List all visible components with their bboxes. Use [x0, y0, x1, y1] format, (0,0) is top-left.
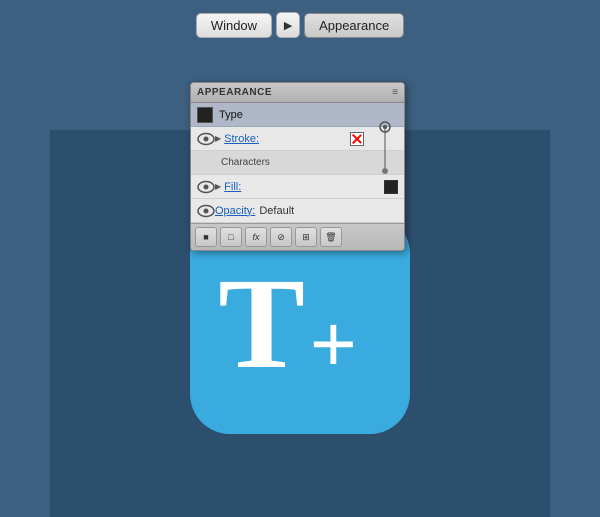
type-label: Type — [219, 109, 243, 121]
stroke-swatch[interactable] — [350, 132, 364, 146]
fx-button[interactable]: fx — [245, 227, 267, 247]
duplicate-icon: ⊞ — [302, 232, 310, 243]
fill-label[interactable]: Fill: — [224, 181, 241, 193]
square-icon: □ — [228, 232, 233, 242]
appearance-panel: APPEARANCE ≡ Type ▶ Stroke: — [190, 82, 405, 251]
square-button[interactable]: □ — [220, 227, 242, 247]
duplicate-button[interactable]: ⊞ — [295, 227, 317, 247]
fill-visibility-icon[interactable] — [197, 180, 215, 194]
clear-icon: ⊘ — [277, 232, 285, 243]
new-layer-icon: ■ — [203, 232, 208, 242]
new-layer-button[interactable]: ■ — [195, 227, 217, 247]
icon-plus: + — [310, 298, 357, 390]
arrow-button[interactable]: ▶ — [276, 12, 300, 38]
window-button[interactable]: Window — [196, 13, 272, 38]
panel-bottom-toolbar: ■ □ fx ⊘ ⊞ 🗑 — [191, 223, 404, 250]
characters-label: Characters — [221, 157, 270, 168]
opacity-row: Opacity: Default — [191, 199, 404, 223]
stroke-visibility-icon[interactable] — [197, 132, 215, 146]
fill-expand-icon: ▶ — [215, 182, 221, 191]
arrow-icon: ▶ — [284, 19, 292, 32]
opacity-value: Default — [259, 205, 294, 217]
type-swatch — [197, 107, 213, 123]
panel-titlebar: APPEARANCE ≡ — [191, 83, 404, 103]
top-toolbar: Window ▶ Appearance — [0, 0, 600, 46]
panel-menu-button[interactable]: ≡ — [392, 87, 398, 98]
stroke-section: ▶ Stroke: Characters — [191, 127, 404, 175]
delete-button[interactable]: 🗑 — [320, 227, 342, 247]
fx-icon: fx — [252, 232, 259, 242]
stroke-expand-icon: ▶ — [215, 134, 221, 143]
delete-icon: 🗑 — [325, 232, 336, 243]
opacity-visibility-icon[interactable] — [197, 204, 215, 218]
clear-button[interactable]: ⊘ — [270, 227, 292, 247]
icon-letter-t: T — [218, 259, 305, 389]
panel-title: APPEARANCE — [197, 87, 272, 98]
stroke-label[interactable]: Stroke: — [224, 133, 259, 145]
bezier-curve — [370, 119, 400, 184]
appearance-button[interactable]: Appearance — [304, 13, 404, 38]
stroke-x-icon — [351, 133, 363, 145]
opacity-label[interactable]: Opacity: — [215, 205, 255, 217]
